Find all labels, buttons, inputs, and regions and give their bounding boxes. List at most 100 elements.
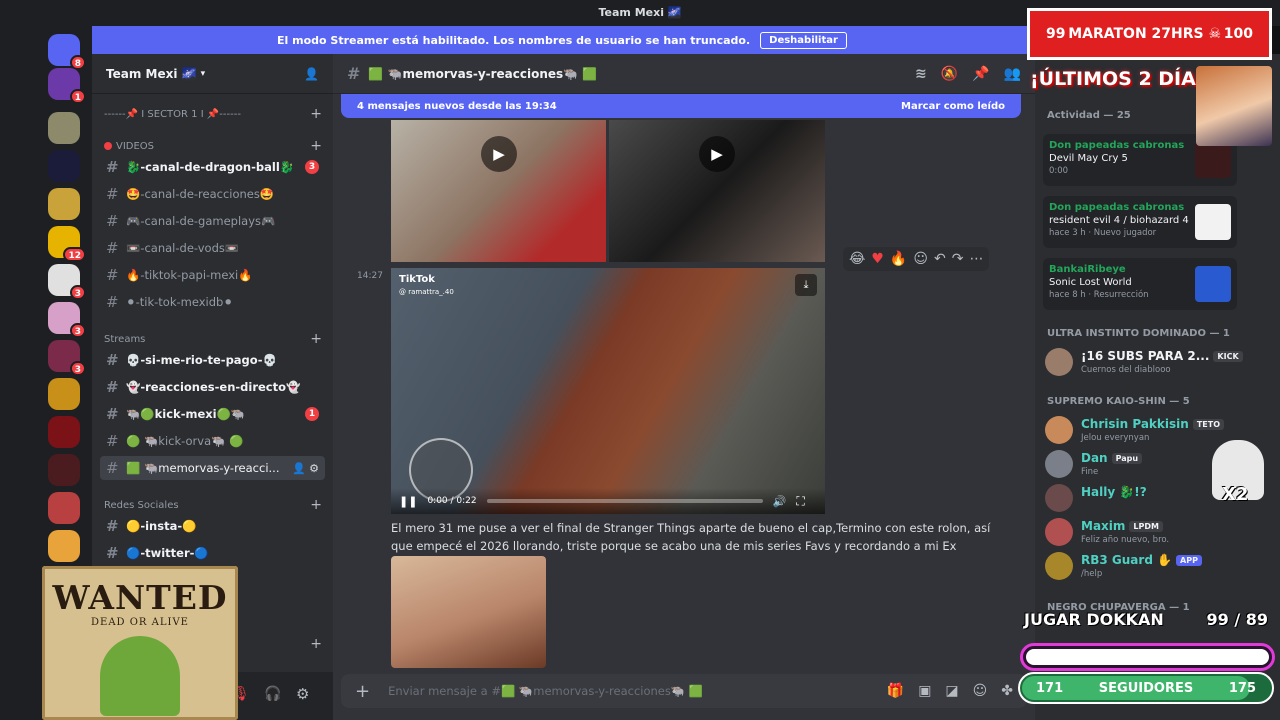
server-icon[interactable] <box>48 416 80 448</box>
tiktok-logo: TikTok <box>399 274 435 285</box>
server-icon[interactable]: 12 <box>48 226 86 262</box>
channel-item[interactable]: # 🎮-canal-de-gameplays🎮 <box>100 209 325 233</box>
heart-reaction-icon[interactable]: ♥ <box>871 251 884 267</box>
emoji-icon[interactable]: ☺ <box>973 683 988 699</box>
add-channel-icon[interactable]: + <box>310 138 322 154</box>
download-icon[interactable]: ⤓ <box>795 274 817 296</box>
guild-header[interactable]: Team Mexi 🌌 ▾ 👤 <box>92 54 333 94</box>
hash-icon: # <box>106 459 119 477</box>
server-icon[interactable] <box>48 492 80 524</box>
unread-badge: 3 <box>305 160 319 174</box>
disable-streamer-mode-button[interactable]: Deshabilitar <box>760 31 847 49</box>
channel-item[interactable]: # 🐃🟢kick-mexi🟢🐃 1 <box>100 402 325 426</box>
channel-item[interactable]: # 💀-si-me-rio-te-pago-💀 <box>100 348 325 372</box>
members-icon[interactable]: 👥 <box>1004 66 1021 82</box>
threads-icon[interactable]: ≋ <box>915 66 927 82</box>
video-thumbnail[interactable]: ▶ <box>609 120 825 262</box>
channel-label: 🤩-canal-de-reacciones🤩 <box>126 187 275 201</box>
message-input[interactable]: Enviar mensaje a #🟩 🐃memorvas-y-reaccion… <box>388 684 703 698</box>
apps-icon[interactable]: ✤ <box>1001 683 1013 699</box>
server-icon[interactable] <box>48 454 80 486</box>
add-user-icon[interactable]: 👤 <box>304 67 319 81</box>
wanted-subtitle: DEAD OR ALIVE <box>91 617 189 628</box>
laugh-reaction-icon[interactable]: 😂 <box>849 251 865 267</box>
channel-item[interactable]: # 🔵-twitter-🔵 <box>100 541 325 565</box>
reply-icon[interactable]: ↶ <box>934 251 946 267</box>
member-name: Dan <box>1081 451 1108 465</box>
role-header: ULTRA INSTINTO DOMINADO — 1 <box>1047 328 1230 339</box>
last-days-overlay: ¡ÚLTIMOS 2 DÍAS! <box>1030 68 1219 90</box>
member-name: Chrisin Pakkisin <box>1081 417 1189 431</box>
category-videos[interactable]: VIDEOS + <box>104 138 322 154</box>
fullscreen-icon[interactable]: ⛶ <box>796 494 804 509</box>
category-sector[interactable]: ------📌 I SECTOR 1 I 📌------ + <box>104 106 322 122</box>
add-reaction-icon[interactable]: ☺ <box>913 251 928 267</box>
member-item[interactable]: ¡16 SUBS PARA 2... KICK Cuernos del diablo… <box>1045 346 1245 380</box>
category-redes[interactable]: Redes Sociales + <box>104 497 322 513</box>
server-icon[interactable] <box>48 378 80 410</box>
server-icon[interactable]: 8 <box>48 34 86 70</box>
play-icon[interactable]: ▶ <box>481 136 517 172</box>
channel-item[interactable]: # 🟩 🐃memorvas-y-reacci... 👤 ⚙ <box>100 456 325 480</box>
server-icon[interactable] <box>48 530 80 562</box>
avatar <box>1045 416 1073 444</box>
activity-card[interactable]: Don papeadas cabronas resident evil 4 / … <box>1043 196 1237 248</box>
server-icon[interactable]: 1 <box>48 68 86 104</box>
attachment-image[interactable] <box>391 556 546 668</box>
channel-item[interactable]: # 📼-canal-de-vods📼 <box>100 236 325 260</box>
channel-item[interactable]: # 👻-reacciones-en-directo👻 <box>100 375 325 399</box>
server-icon[interactable]: 3 <box>48 302 86 338</box>
add-attachment-icon[interactable]: + <box>355 681 370 702</box>
pause-icon[interactable]: ❚❚ <box>399 495 417 508</box>
channel-item[interactable]: # 🟢 🐃kick-orva🐃 🟢 <box>100 429 325 453</box>
member-status: Jelou everynyan <box>1081 433 1150 443</box>
channel-settings-icon[interactable]: 👤 ⚙ <box>292 462 319 475</box>
hash-icon: # <box>106 378 119 396</box>
server-icon[interactable]: 3 <box>48 264 86 300</box>
channel-item[interactable]: # 🐉-canal-de-dragon-ball🐉 3 <box>100 155 325 179</box>
new-messages-bar[interactable]: 4 mensajes nuevos desde las 19:34 Marcar… <box>341 94 1021 118</box>
channel-item[interactable]: # 🟡-insta-🟡 <box>100 514 325 538</box>
server-icon[interactable] <box>48 150 80 182</box>
member-item[interactable]: Maxim LPDM Feliz año nuevo, bro. <box>1045 516 1245 550</box>
channel-item[interactable]: # ⚫-tik-tok-mexidb⚫ <box>100 290 325 314</box>
video-player[interactable]: TikTok @ ramattra_.40 ⤓ ❚❚ 0:00 / 0:22 🔊… <box>391 268 825 514</box>
add-channel-icon[interactable]: + <box>310 331 322 347</box>
server-icon[interactable] <box>48 112 80 144</box>
category-streams[interactable]: Streams + <box>104 331 322 347</box>
message-composer[interactable]: + Enviar mensaje a #🟩 🐃memorvas-y-reacci… <box>341 674 1027 708</box>
hash-icon: # <box>106 432 119 450</box>
gif-icon[interactable]: ▣ <box>918 683 931 699</box>
gift-icon[interactable]: 🎁 <box>887 683 904 699</box>
add-channel-icon[interactable]: + <box>310 497 322 513</box>
forward-icon[interactable]: ↷ <box>952 251 964 267</box>
settings-icon[interactable]: ⚙ <box>296 685 309 703</box>
member-name-row: Chrisin Pakkisin TETO <box>1081 417 1224 431</box>
channel-item[interactable]: # 🔥-tiktok-papi-mexi🔥 <box>100 263 325 287</box>
more-icon[interactable]: ⋯ <box>969 251 983 267</box>
notifications-icon[interactable]: 🔕 <box>941 66 958 82</box>
activity-card[interactable]: BankaiRibeye Sonic Lost World hace 8 h ·… <box>1043 258 1237 310</box>
activity-header: Actividad — 25 <box>1047 110 1131 121</box>
play-icon[interactable]: ▶ <box>699 136 735 172</box>
server-icon[interactable]: 3 <box>48 340 86 376</box>
pin-icon[interactable]: 📌 <box>972 66 989 82</box>
video-thumbnail[interactable]: ▶ <box>391 120 606 262</box>
video-progress-bar[interactable] <box>486 499 763 503</box>
fire-reaction-icon[interactable]: 🔥 <box>890 251 907 267</box>
add-channel-icon[interactable]: + <box>310 106 322 122</box>
channel-label: 🟡-insta-🟡 <box>126 519 197 533</box>
member-item[interactable]: Chrisin Pakkisin TETO Jelou everynyan <box>1045 414 1245 448</box>
game-cover <box>1195 142 1231 178</box>
deafen-icon[interactable]: 🎧 <box>264 686 281 702</box>
member-tag: TETO <box>1192 419 1224 430</box>
mark-as-read-button[interactable]: Marcar como leído <box>901 101 1005 112</box>
hash-icon: # <box>106 239 119 257</box>
sticker-icon[interactable]: ◪ <box>945 683 958 699</box>
volume-icon[interactable]: 🔊 <box>773 495 787 508</box>
streamer-avatar <box>1196 66 1272 146</box>
add-channel-icon[interactable]: + <box>310 636 322 652</box>
member-item[interactable]: RB3 Guard ✋ APP/help <box>1045 550 1245 584</box>
server-icon[interactable] <box>48 188 80 220</box>
channel-item[interactable]: # 🤩-canal-de-reacciones🤩 <box>100 182 325 206</box>
